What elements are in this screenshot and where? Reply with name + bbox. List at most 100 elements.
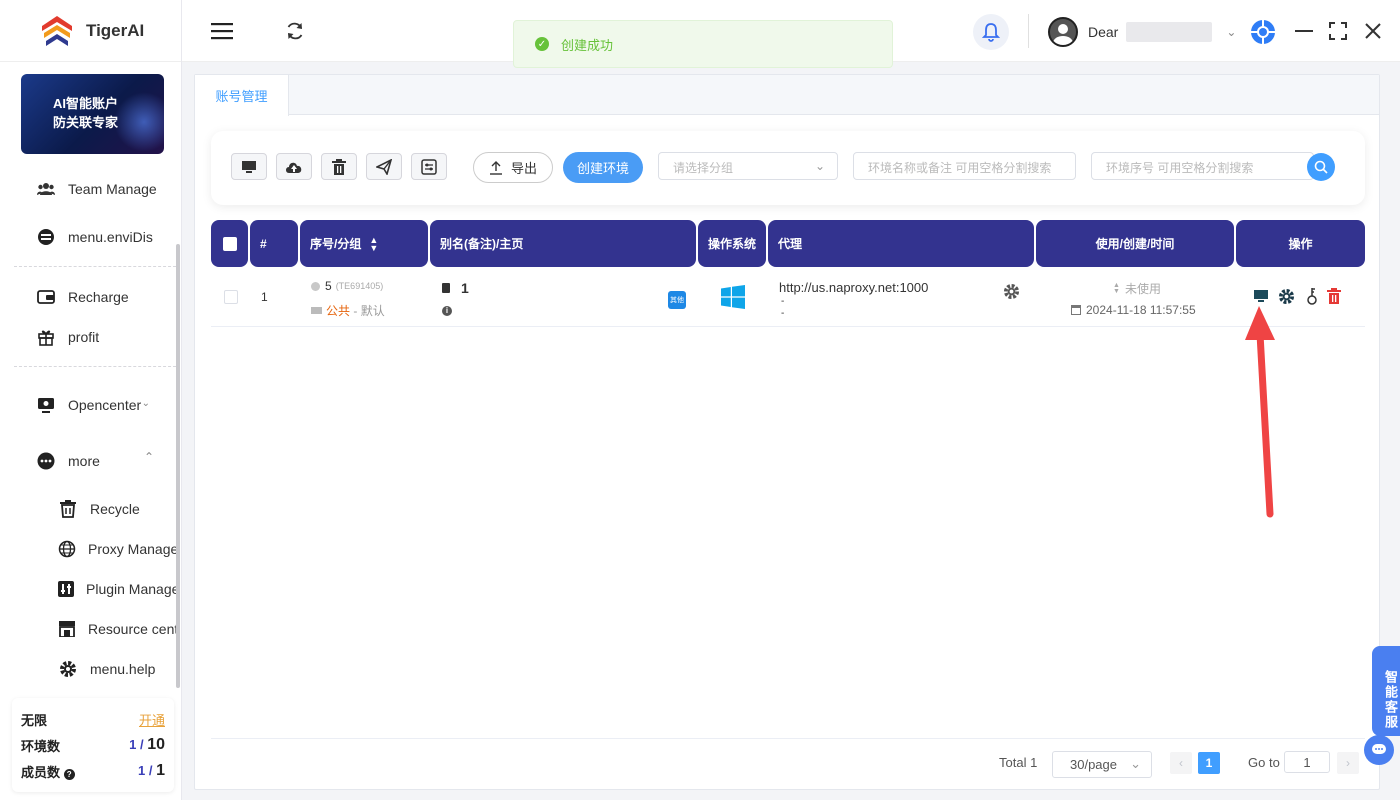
help-icon[interactable]: ?	[63, 768, 75, 780]
usage-text: 未使用	[1124, 282, 1161, 296]
toolbar: 导出 创建环境 请选择分组 ⌄ 环境名称或备注 可用空格分割搜索 环境序号 可用…	[211, 131, 1365, 205]
header-sequence-group[interactable]: 序号/分组 ▲ ▼	[300, 220, 428, 267]
tab-account-management[interactable]: 账号管理	[195, 75, 289, 116]
sidebar-item-profit[interactable]: profit	[0, 322, 176, 352]
banner-line-2: 防关联专家	[53, 115, 119, 130]
sidebar-item-recharge[interactable]: Recharge	[0, 282, 176, 312]
store-icon	[58, 619, 76, 639]
table-row[interactable]: 1 5 (TE691405) 公共 - 默认 1 i 其他 http://us.…	[211, 269, 1365, 327]
settings-button[interactable]	[411, 153, 447, 180]
create-environment-button[interactable]: 创建环境	[563, 152, 643, 183]
row-checkbox[interactable]	[224, 290, 238, 304]
delete-button[interactable]	[321, 153, 357, 180]
created-time: 2024-11-18 11:57:55	[1071, 303, 1196, 317]
created-time-text: 2024-11-18 11:57:55	[1086, 303, 1196, 317]
app-logo[interactable]: TigerAI	[0, 0, 181, 62]
username-redacted	[1126, 22, 1213, 42]
sidebar-item-label: Recycle	[90, 501, 140, 517]
plan-label: 无限	[21, 712, 48, 728]
sidebar-item-help[interactable]: menu.help	[0, 654, 176, 684]
team-icon	[36, 179, 56, 199]
quota-card: 无限 开通 环境数 1 / 10 成员数 ? 1 / 1	[12, 698, 174, 792]
chevron-down-icon: ⌄	[141, 398, 150, 409]
search-icon	[1314, 160, 1328, 174]
header-alias: 别名(备注)/主页	[430, 220, 696, 267]
main-panel: 账号管理 导出 创建环境 请选择分组 ⌄ 环境名称或备注 可用空格分割搜索 环境…	[194, 74, 1380, 790]
proxy-line-3: -	[781, 308, 785, 319]
select-all-checkbox[interactable]	[222, 236, 237, 251]
row-sequence: 5 (TE691405)	[311, 279, 383, 293]
environment-icon	[36, 227, 56, 247]
alias-text: 1	[461, 280, 469, 296]
promo-banner[interactable]: AI智能账户 防关联专家	[21, 74, 164, 154]
delete-environment-icon[interactable]	[1327, 288, 1341, 307]
sidebar-item-resource-center[interactable]: Resource center	[0, 614, 176, 644]
close-icon[interactable]	[1363, 21, 1383, 41]
chevron-down-icon: ⌄	[814, 159, 825, 173]
monitor-icon	[36, 395, 56, 415]
gear-icon	[58, 659, 78, 679]
next-page-button[interactable]: ›	[1337, 752, 1359, 774]
search-button[interactable]	[1307, 153, 1335, 181]
sidebar-item-team-manage[interactable]: Team Manage	[0, 174, 176, 204]
sidebar-item-label: menu.enviDis	[68, 229, 153, 245]
send-button[interactable]	[366, 153, 402, 180]
env-quota-row: 环境数 1 / 10	[21, 732, 165, 758]
page-number-current[interactable]: 1	[1198, 752, 1220, 774]
member-total: 1	[156, 762, 165, 779]
page-size-select[interactable]: 30/page ⌄	[1052, 751, 1152, 778]
minimize-icon[interactable]	[1294, 22, 1314, 40]
info-icon[interactable]: i	[442, 306, 452, 316]
sidebar-item-label: Recharge	[68, 289, 129, 305]
sidebar-scrollbar[interactable]	[176, 244, 180, 688]
user-menu[interactable]: Dear ⌄	[1048, 17, 1236, 47]
send-icon	[376, 158, 392, 175]
goto-page-input[interactable]: 1	[1284, 751, 1330, 773]
chevron-up-icon: ⌃	[143, 450, 154, 464]
cloud-upload-icon	[286, 162, 302, 173]
name-search-input[interactable]: 环境名称或备注 可用空格分割搜索	[853, 152, 1076, 180]
smart-support-tab[interactable]: 智能客服	[1372, 646, 1400, 736]
divider	[14, 366, 176, 367]
activate-link[interactable]: 开通	[139, 710, 165, 729]
sort-icon: ▲ ▼	[1113, 281, 1120, 295]
sequence-search-input[interactable]: 环境序号 可用空格分割搜索	[1091, 152, 1314, 180]
status-dot-icon	[311, 281, 320, 291]
prev-page-button[interactable]: ‹	[1170, 752, 1192, 774]
export-button[interactable]: 导出	[473, 152, 553, 183]
group-name: 默认	[360, 304, 385, 318]
menu-toggle-icon[interactable]	[210, 20, 234, 42]
sidebar-item-envidis[interactable]: menu.enviDis	[0, 222, 176, 252]
row-index: 1	[261, 290, 268, 304]
chat-bubble-icon[interactable]	[1364, 735, 1394, 765]
sidebar-item-more[interactable]: more ⌃	[0, 446, 176, 476]
proxy-address: http://us.naproxy.net:1000	[779, 280, 929, 295]
trash-icon	[332, 158, 346, 175]
sidebar-item-plugin-manage[interactable]: Plugin Manage	[0, 574, 176, 604]
select-all-header[interactable]	[211, 220, 248, 267]
toast-message: 创建成功	[561, 37, 614, 53]
row-alias[interactable]: 1	[442, 280, 469, 296]
sidebar-item-label: more	[68, 453, 100, 469]
key-icon[interactable]	[1306, 287, 1318, 308]
open-browser-button[interactable]	[231, 153, 267, 180]
platform-badge[interactable]: 其他	[668, 291, 686, 309]
target-icon[interactable]	[1250, 19, 1276, 45]
group-select[interactable]: 请选择分组 ⌄	[658, 152, 838, 180]
row-group: 公共 - 默认	[311, 302, 385, 319]
sidebar-item-recycle[interactable]: Recycle	[0, 494, 176, 524]
gift-icon	[36, 327, 56, 347]
sidebar-item-opencenter[interactable]: Opencenter ⌄	[0, 390, 176, 420]
proxy-settings-icon[interactable]	[1003, 283, 1020, 303]
upload-button[interactable]	[276, 153, 312, 180]
maximize-icon[interactable]	[1328, 21, 1348, 41]
avatar	[1048, 17, 1078, 47]
monitor-icon	[242, 160, 256, 173]
sidebar-item-proxy-manage[interactable]: Proxy Manage	[0, 534, 176, 564]
sort-icon[interactable]: ▲ ▼	[369, 235, 378, 252]
table-footer-divider	[211, 738, 1365, 739]
page-size-value: 30/page	[1070, 757, 1117, 772]
sidebar-item-label: Proxy Manage	[88, 541, 176, 557]
notification-button[interactable]	[973, 14, 1009, 50]
refresh-icon[interactable]	[284, 20, 306, 42]
